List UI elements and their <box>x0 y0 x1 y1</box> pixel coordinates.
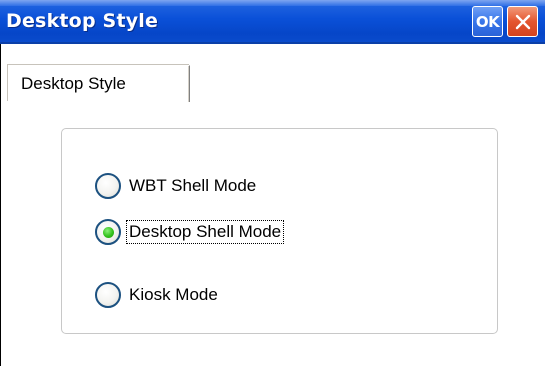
radio-kiosk-mode[interactable]: Kiosk Mode <box>95 280 220 310</box>
radio-selected-dot <box>103 227 114 238</box>
radio-label-desktop-shell-mode: Desktop Shell Mode <box>125 220 285 244</box>
radio-label-kiosk-mode: Kiosk Mode <box>129 285 218 304</box>
ok-button-label: OK <box>475 12 500 31</box>
desktop-style-window: Desktop Style OK Desktop Style WBT Shell… <box>0 0 545 366</box>
radio-button-checked[interactable] <box>95 219 121 245</box>
radio-wbt-shell-mode[interactable]: WBT Shell Mode <box>95 171 258 201</box>
window-left-border <box>0 44 1 366</box>
title-bar-highlight <box>0 0 545 6</box>
ok-button[interactable]: OK <box>472 6 503 37</box>
radio-desktop-shell-mode[interactable]: Desktop Shell Mode <box>95 217 285 247</box>
dialog-content: Desktop Style WBT Shell Mode Desktop She… <box>0 44 545 366</box>
radio-button-unchecked[interactable] <box>95 282 121 308</box>
title-bar[interactable]: Desktop Style OK <box>0 0 545 44</box>
radio-button-unchecked[interactable] <box>95 173 121 199</box>
close-button[interactable] <box>507 6 538 37</box>
tab-desktop-style[interactable]: Desktop Style <box>8 65 190 102</box>
tab-desktop-style-label: Desktop Style <box>21 74 126 93</box>
close-icon <box>515 14 530 29</box>
radio-label-wbt-shell-mode: WBT Shell Mode <box>129 176 257 195</box>
window-title: Desktop Style <box>6 10 159 32</box>
